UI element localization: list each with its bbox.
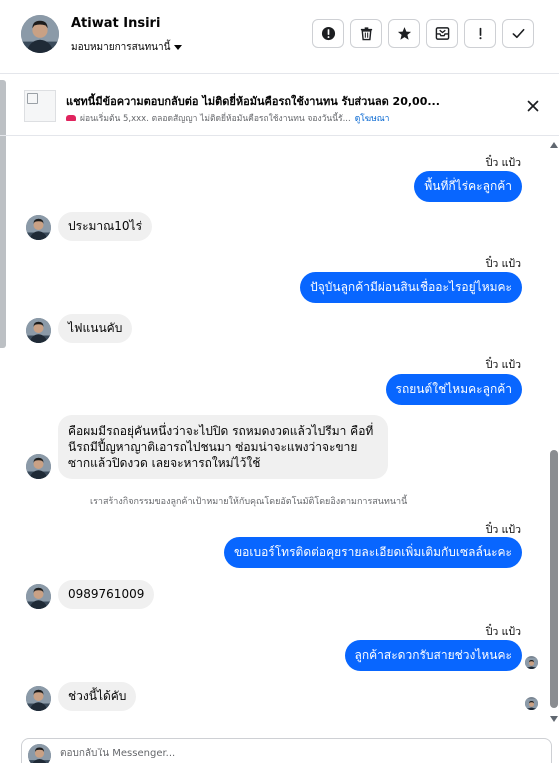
sender-name: ปิ๋ว แป้ว [485,258,521,270]
sender-name: ปิ๋ว แป้ว [485,157,521,169]
lead-activity-system-note: เราสร้างกิจกรรมของลูกค้าเป้าหมายให้กับคุ… [90,497,408,507]
contact-avatar[interactable] [21,15,59,53]
outgoing-message[interactable]: รถยนต์ใช่ไหมคะลูกค้า [385,374,522,405]
outgoing-message[interactable]: ปัจุบันลูกค้ามีผ่อนสินเชื่ออะไรอยู่ไหมคะ [300,272,522,303]
page-avatar [28,744,51,763]
exclamation-icon [478,27,482,40]
contact-avatar-small[interactable] [26,686,51,711]
contact-avatar-small[interactable] [26,454,51,479]
done-button[interactable] [502,19,534,48]
reply-composer [21,738,552,763]
scroll-up-arrow[interactable] [550,142,558,148]
ad-subtitle-row: ผ่อนเริ่มต้น 5,xxx. ตลอดสัญญา ไม่ติดยี่ห… [66,111,389,125]
header-actions [312,19,534,48]
read-receipt-avatar [525,656,538,669]
sender-name: ปิ๋ว แป้ว [485,626,521,638]
mark-spam-button[interactable] [312,19,344,48]
contact-avatar-small[interactable] [26,584,51,609]
archive-icon [435,27,449,40]
sender-name: ปิ๋ว แป้ว [485,524,521,536]
incoming-message[interactable]: ไฟแนนคับ [58,314,133,343]
contact-avatar-small[interactable] [26,318,51,343]
star-icon [397,27,411,40]
delete-button[interactable] [350,19,382,48]
alert-circle-icon [321,26,335,41]
reply-input[interactable] [60,748,360,759]
scroll-down-arrow[interactable] [550,716,558,722]
read-receipt-avatar [525,697,538,710]
incoming-message[interactable]: ช่วงนี้ได้คับ [58,682,137,711]
incoming-message[interactable]: ประมาณ10ไร่ [58,212,153,241]
outgoing-message[interactable]: พื้นที่กี่ไร่คะลูกค้า [414,171,522,202]
ad-subtitle: ผ่อนเริ่มต้น 5,xxx. ตลอดสัญญา ไม่ติดยี่ห… [80,114,351,124]
outgoing-message[interactable]: ขอเบอร์โทรติดต่อคุยรายละเอียดเพิ่มเติมกั… [223,537,522,568]
contact-avatar-small[interactable] [26,215,51,240]
close-banner-button[interactable] [525,98,541,114]
contact-name[interactable]: Atiwat Insiri [71,16,160,31]
incoming-message[interactable]: คือผมมีรถอยุ่คันหนึ่งว่าจะไปปิด รถหมดงวด… [58,415,388,479]
car-icon [66,115,76,121]
close-icon [527,100,539,112]
ad-title: แชทนี้มีข้อความตอบกลับต่อ ไม่ติดยี่ห้อมั… [66,95,440,108]
assign-label: มอบหมายการสนทนานี้ [71,42,171,53]
important-button[interactable] [464,19,496,48]
view-ad-link[interactable]: ดูโฆษณา [355,111,390,125]
assign-conversation-dropdown[interactable]: มอบหมายการสนทนานี้ [71,40,183,55]
outgoing-message[interactable]: ลูกค้าสะดวกรับสายช่วงไหนคะ [344,640,522,671]
check-icon [512,28,524,39]
sender-name: ปิ๋ว แป้ว [485,359,521,371]
conversation-header: Atiwat Insiri มอบหมายการสนทนานี้ [0,0,559,74]
caret-down-icon [174,45,183,50]
incoming-message[interactable]: 0989761009 [58,580,155,609]
archive-button[interactable] [426,19,458,48]
trash-icon [360,27,372,41]
ad-thumbnail-image[interactable] [24,90,56,122]
chat-scrollbar-thumb[interactable] [550,450,558,708]
star-button[interactable] [388,19,420,48]
ad-context-banner: แชทนี้มีข้อความตอบกลับต่อ ไม่ติดยี่ห้อมั… [0,75,559,136]
